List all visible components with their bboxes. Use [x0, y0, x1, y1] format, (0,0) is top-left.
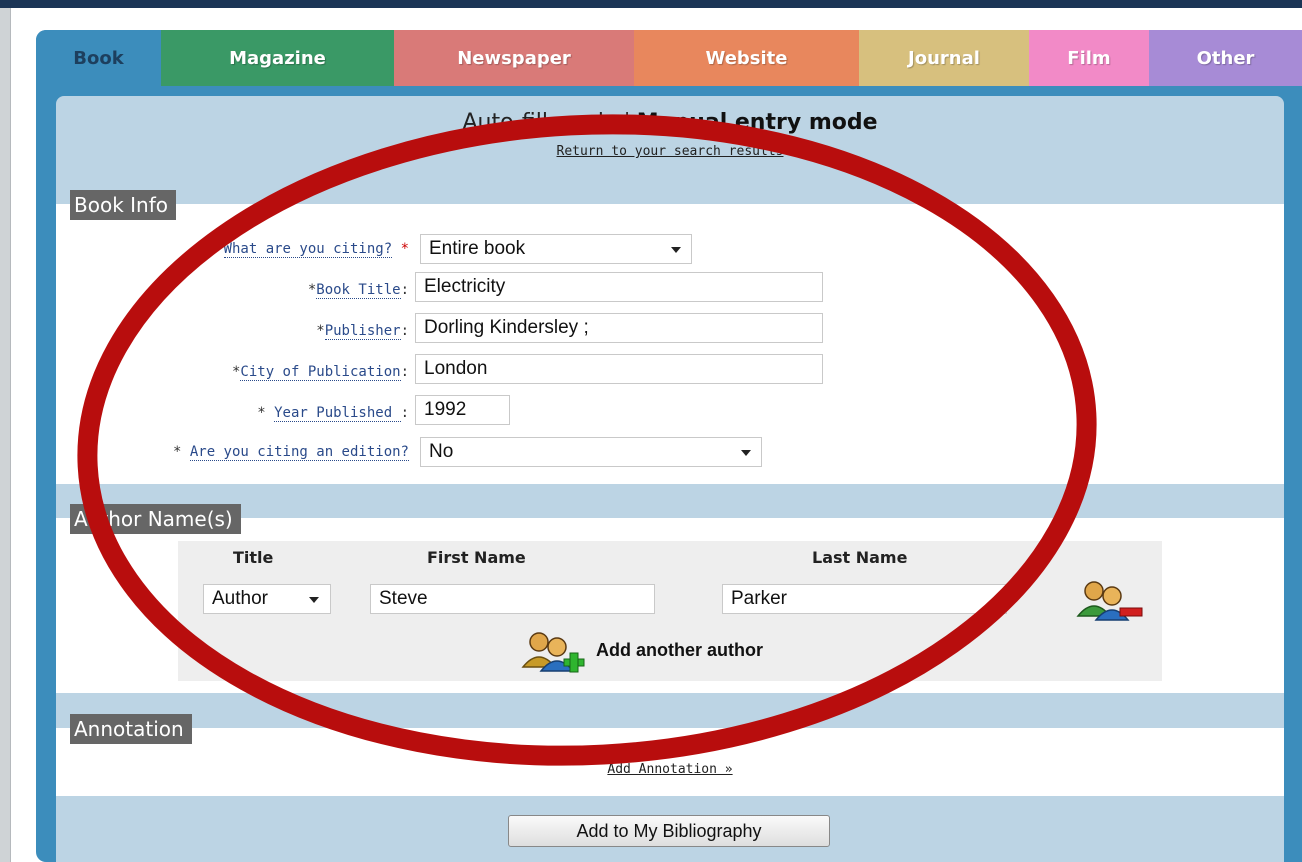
- add-another-author-link[interactable]: Add another author: [596, 640, 763, 661]
- publisher-prefix: *: [316, 323, 325, 339]
- edition-select[interactable]: No: [420, 437, 762, 467]
- publisher-colon: :: [400, 323, 409, 339]
- citing-select-value: Entire book: [429, 238, 526, 259]
- publisher-value: Dorling Kindersley ;: [424, 317, 589, 338]
- auto-fill-mode-link[interactable]: Auto-fill mode: [462, 110, 617, 135]
- year-prefix: *: [257, 405, 275, 421]
- author-heading: Author Name(s): [70, 504, 241, 534]
- author-first-name-value: Steve: [379, 588, 428, 609]
- publisher-label-text: Publisher: [324, 323, 401, 340]
- tab-book[interactable]: Book: [36, 30, 161, 86]
- add-annotation-link[interactable]: Add Annotation »: [56, 762, 1284, 777]
- book-title-colon: :: [400, 282, 409, 298]
- annotation-heading: Annotation: [70, 714, 192, 744]
- book-title-label: *Book Title:: [307, 282, 409, 299]
- chevron-down-icon: [671, 247, 681, 253]
- manual-entry-mode-label: Manual entry mode: [636, 110, 878, 135]
- author-col-first-name: First Name: [427, 548, 526, 567]
- tab-newspaper[interactable]: Newspaper: [394, 30, 634, 86]
- book-title-prefix: *: [307, 282, 317, 298]
- author-title-value: Author: [212, 588, 268, 609]
- city-label: *City of Publication:: [232, 364, 409, 381]
- year-label: * Year Published :: [257, 405, 409, 422]
- citing-label: What are you citing? *: [223, 241, 409, 258]
- book-info-heading: Book Info: [70, 190, 176, 220]
- city-value: London: [424, 358, 488, 379]
- publisher-field[interactable]: Dorling Kindersley ;: [415, 313, 823, 343]
- mode-separator: |: [623, 110, 631, 135]
- left-edge: [0, 8, 11, 862]
- city-field[interactable]: London: [415, 354, 823, 384]
- year-field[interactable]: 1992: [415, 395, 510, 425]
- tab-magazine[interactable]: Magazine: [161, 30, 394, 86]
- city-label-text: City of Publication: [240, 364, 401, 381]
- return-to-search-link[interactable]: Return to your search results: [56, 144, 1284, 159]
- tab-other[interactable]: Other: [1149, 30, 1302, 86]
- book-title-value: Electricity: [424, 276, 506, 297]
- author-last-name-field[interactable]: Parker: [722, 584, 1007, 614]
- tab-film[interactable]: Film: [1029, 30, 1149, 86]
- edition-select-value: No: [429, 441, 454, 462]
- chevron-down-icon: [309, 597, 319, 603]
- author-first-name-field[interactable]: Steve: [370, 584, 655, 614]
- publisher-label: *Publisher:: [316, 323, 409, 340]
- people-remove-icon[interactable]: [1072, 578, 1144, 622]
- add-to-bibliography-button[interactable]: Add to My Bibliography: [508, 815, 830, 847]
- author-col-title: Title: [233, 548, 274, 567]
- required-mark: *: [400, 241, 409, 257]
- year-value: 1992: [424, 399, 467, 420]
- top-bar: [0, 0, 1302, 8]
- edition-label-text: Are you citing an edition?: [189, 444, 409, 461]
- mode-switcher: Auto-fill mode | Manual entry mode: [56, 110, 1284, 135]
- year-colon: :: [400, 405, 409, 421]
- people-add-icon[interactable]: [517, 629, 589, 673]
- chevron-down-icon: [741, 450, 751, 456]
- edition-label: * Are you citing an edition?: [172, 444, 409, 461]
- citing-select[interactable]: Entire book: [420, 234, 692, 264]
- year-label-text: Year Published: [274, 405, 401, 422]
- author-col-last-name: Last Name: [812, 548, 908, 567]
- source-type-tabs: Book Magazine Newspaper Website Journal …: [36, 30, 1302, 86]
- tab-website[interactable]: Website: [634, 30, 859, 86]
- book-title-label-text: Book Title: [316, 282, 401, 299]
- tab-journal[interactable]: Journal: [859, 30, 1029, 86]
- citing-label-text: What are you citing?: [223, 241, 393, 258]
- city-colon: :: [400, 364, 409, 380]
- author-last-name-value: Parker: [731, 588, 787, 609]
- book-title-field[interactable]: Electricity: [415, 272, 823, 302]
- edition-prefix: *: [172, 444, 190, 460]
